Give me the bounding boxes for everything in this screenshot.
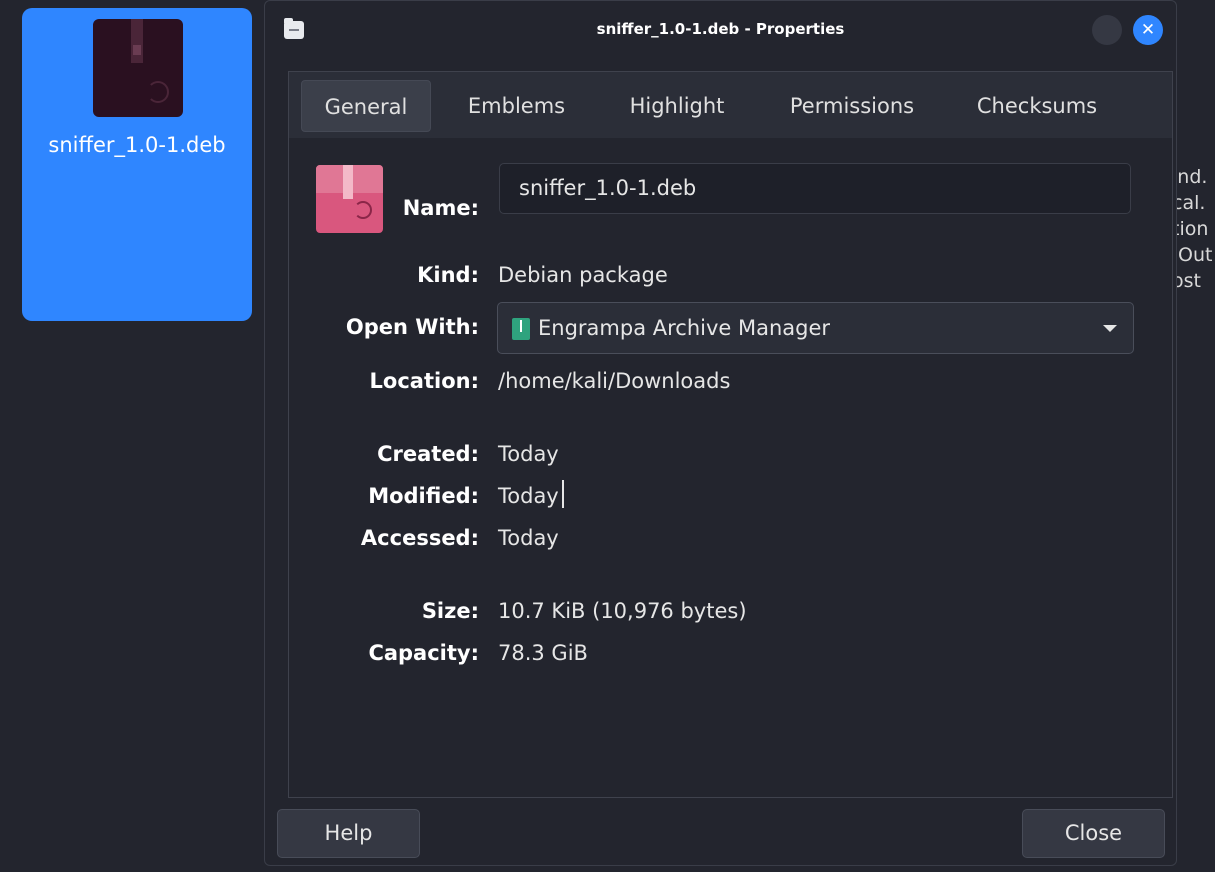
chevron-down-icon (1103, 325, 1117, 332)
location-value[interactable]: /home/kali/Downloads (498, 369, 730, 393)
background-text-line: ınd. (1172, 166, 1208, 188)
size-value: 10.7 KiB (10,976 bytes) (498, 599, 747, 623)
window-title: sniffer_1.0-1.deb - Properties (596, 20, 845, 38)
archive-manager-icon (512, 318, 530, 340)
help-button[interactable]: Help (277, 809, 420, 858)
tab-permissions[interactable]: Permissions (767, 80, 937, 132)
accessed-label: Accessed: (360, 526, 479, 550)
open-with-value: Engrampa Archive Manager (538, 316, 831, 340)
tab-bar: General Emblems Highlight Permissions Ch… (289, 72, 1172, 138)
tab-highlight[interactable]: Highlight (607, 80, 747, 132)
background-text-line: .Out (1172, 244, 1213, 266)
background-text-line: tion (1172, 218, 1209, 240)
capacity-value: 78.3 GiB (498, 641, 588, 665)
created-label: Created: (377, 442, 479, 466)
location-label: Location: (369, 369, 479, 393)
size-label: Size: (421, 599, 479, 623)
desktop-file-icon-selected[interactable]: sniffer_1.0-1.deb (22, 8, 252, 321)
properties-notebook: General Emblems Highlight Permissions Ch… (288, 71, 1173, 798)
minimize-button[interactable] (1092, 15, 1122, 45)
window-close-button[interactable]: ✕ (1133, 15, 1163, 45)
name-label: Name: (402, 196, 479, 220)
modified-label: Modified: (368, 484, 479, 508)
properties-dialog: sniffer_1.0-1.deb - Properties ✕ General… (264, 0, 1177, 866)
debian-package-icon (93, 19, 183, 117)
created-value: Today (498, 442, 559, 466)
general-tab-content: Name: sniffer_1.0-1.deb Kind: Debian pac… (289, 138, 1172, 798)
background-text-line: cal. (1172, 192, 1206, 214)
background-text-line: ost (1172, 270, 1201, 292)
kind-value: Debian package (498, 263, 668, 287)
name-field[interactable]: sniffer_1.0-1.deb (499, 163, 1131, 214)
background-window-text: ınd. cal. tion .Out ost (1172, 164, 1215, 294)
titlebar[interactable]: sniffer_1.0-1.deb - Properties ✕ (265, 1, 1176, 61)
kind-label: Kind: (417, 263, 479, 287)
capacity-label: Capacity: (368, 641, 479, 665)
close-button[interactable]: Close (1022, 809, 1165, 858)
tab-emblems[interactable]: Emblems (449, 80, 584, 132)
tab-general[interactable]: General (301, 80, 431, 132)
open-with-label: Open With: (345, 315, 479, 339)
accessed-value: Today (498, 526, 559, 550)
open-with-dropdown[interactable]: Engrampa Archive Manager (497, 302, 1134, 354)
text-cursor (562, 480, 564, 508)
modified-value: Today (498, 484, 559, 508)
desktop-file-label: sniffer_1.0-1.deb (48, 133, 226, 157)
tab-checksums[interactable]: Checksums (957, 80, 1117, 132)
